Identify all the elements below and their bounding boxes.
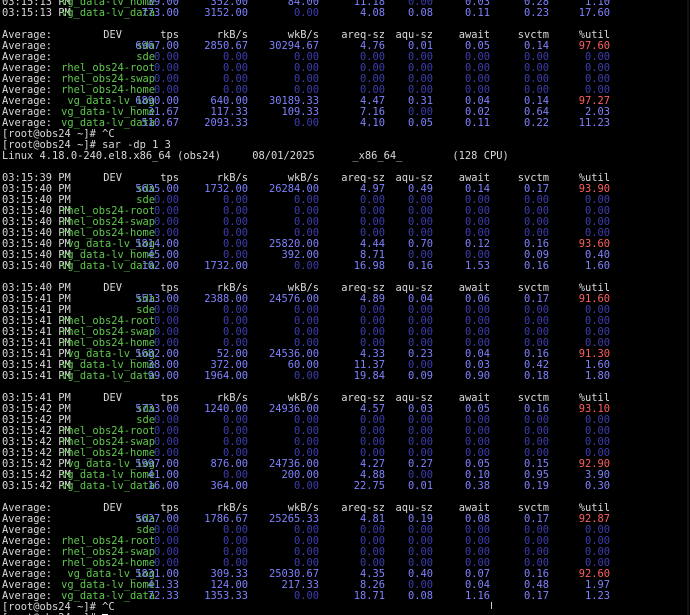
metric-value: 0.01 <box>407 480 433 492</box>
metric-value: 4.10 <box>359 117 385 129</box>
metric-value: 11.23 <box>578 117 610 129</box>
metric-value: 0.00 <box>293 260 319 272</box>
metric-value: 2093.33 <box>204 117 248 129</box>
column-header-dev: DEV <box>103 282 122 294</box>
metric-value: 0.23 <box>523 7 549 19</box>
metric-value: 0.19 <box>523 480 549 492</box>
metric-value: 0.17 <box>523 590 549 602</box>
metric-value: 0.00 <box>293 7 319 19</box>
metric-value: 1732.00 <box>204 260 248 272</box>
metric-value: 0.00 <box>293 117 319 129</box>
metric-value: 0.30 <box>584 480 610 492</box>
table-row: 03:15:40 PM vg_data-lv_data 102.00 1732.00 0… <box>0 261 690 272</box>
column-header-dev: DEV <box>103 172 122 184</box>
metric-value: 19.84 <box>353 370 385 382</box>
terminal-window[interactable]: 03:15:13 PM vg_data-lv_home 39.00 352.00 84.… <box>0 0 690 615</box>
metric-value: 0.08 <box>407 590 433 602</box>
metric-value: 16.00 <box>147 480 179 492</box>
metric-value: 0.90 <box>464 370 490 382</box>
metric-value: 0.11 <box>464 7 490 19</box>
metric-value: 510.67 <box>141 117 179 129</box>
metric-value: 0.09 <box>407 370 433 382</box>
metric-value: 4.08 <box>359 7 385 19</box>
metric-value: 17.60 <box>578 7 610 19</box>
metric-value: 0.22 <box>523 117 549 129</box>
metric-value: 3152.00 <box>204 7 248 19</box>
metric-value: 0.16 <box>407 260 433 272</box>
metric-value: 16.98 <box>353 260 385 272</box>
metric-value: 22.75 <box>353 480 385 492</box>
metric-value: 18.71 <box>353 590 385 602</box>
metric-value: 0.00 <box>293 590 319 602</box>
metric-value: 1.23 <box>584 590 610 602</box>
prompt-line: [root@obs24 ~]# ^C <box>0 602 690 613</box>
metric-value: 364.00 <box>210 480 248 492</box>
table-row: 03:15:41 PM vg_data-lv_data 99.00 1964.00 0.… <box>0 371 690 382</box>
device-name: vg_data-lv_data <box>61 480 155 492</box>
metric-value: 0.16 <box>523 260 549 272</box>
metric-value: 1.16 <box>464 590 490 602</box>
column-header-dev: DEV <box>103 502 122 514</box>
metric-value: 102.00 <box>141 260 179 272</box>
mouse-text-cursor <box>491 602 492 609</box>
metric-value: 1964.00 <box>204 370 248 382</box>
metric-value: 1353.33 <box>204 590 248 602</box>
metric-value: 1.80 <box>584 370 610 382</box>
system-info-line: Linux 4.18.0-240.el8.x86_64 (obs24) 08/0… <box>0 151 690 162</box>
metric-value: 1.53 <box>464 260 490 272</box>
terminal-output: 03:15:13 PM vg_data-lv_home 39.00 352.00 84.… <box>0 0 690 615</box>
metric-value: 773.00 <box>141 7 179 19</box>
metric-value: 0.11 <box>464 117 490 129</box>
table-row: 03:15:42 PM vg_data-lv_data 16.00 364.00 0.0… <box>0 481 690 492</box>
metric-value: 0.18 <box>523 370 549 382</box>
table-row: 03:15:13 PM vg_data-lv_data 773.00 3152.00 0… <box>0 8 690 19</box>
metric-value: 72.33 <box>147 590 179 602</box>
system-info-text: Linux 4.18.0-240.el8.x86_64 (obs24) 08/0… <box>2 150 509 162</box>
column-header-dev: DEV <box>103 29 122 41</box>
terminal-scrollbar[interactable] <box>687 0 689 615</box>
device-name: vg_data-lv_data <box>61 370 155 382</box>
metric-value: 99.00 <box>147 370 179 382</box>
metric-value: 1.60 <box>584 260 610 272</box>
column-header-dev: DEV <box>103 392 122 404</box>
metric-value: 0.05 <box>407 117 433 129</box>
metric-value: 0.08 <box>407 7 433 19</box>
metric-value: 0.00 <box>293 480 319 492</box>
metric-value: 0.38 <box>464 480 490 492</box>
metric-value: 0.00 <box>293 370 319 382</box>
